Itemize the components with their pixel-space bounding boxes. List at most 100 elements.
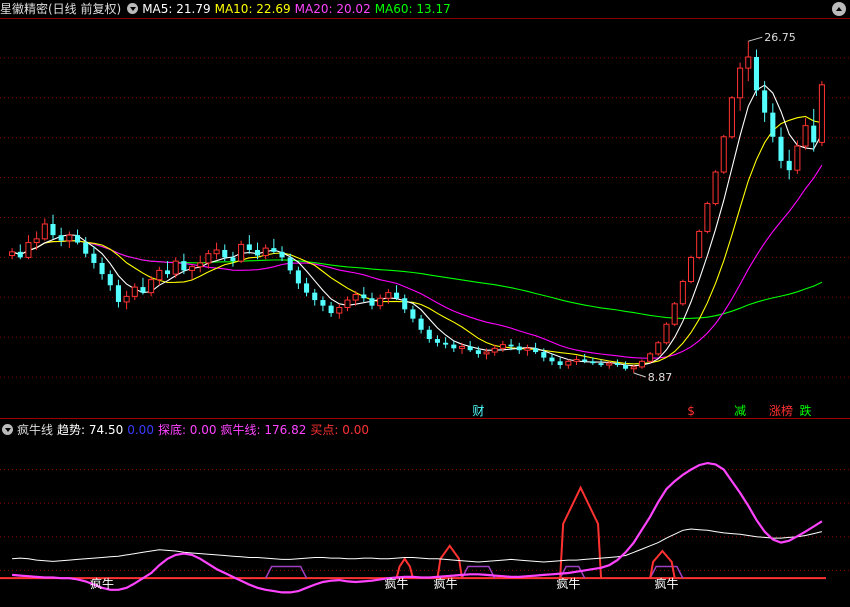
candle-body: [222, 249, 228, 258]
candle-body: [189, 266, 196, 271]
candle-body: [271, 248, 277, 252]
candle-body: [181, 261, 187, 271]
candle: [328, 301, 334, 317]
candle-body: [802, 125, 809, 147]
candle-body: [107, 274, 113, 286]
high-pointer: [748, 36, 763, 42]
candle-body: [164, 270, 171, 275]
candle-body: [467, 346, 473, 351]
candle-body: [148, 279, 155, 294]
event-marker: $: [687, 404, 695, 418]
candle: [638, 359, 645, 369]
candle: [287, 253, 293, 275]
candle: [451, 340, 457, 353]
candle-body: [794, 145, 801, 171]
chevron-up-icon[interactable]: [832, 2, 846, 16]
candle: [426, 326, 432, 343]
candle-body: [254, 249, 261, 256]
bottom-value: 探底: 0.00: [157, 423, 217, 437]
candle: [753, 49, 760, 96]
candle: [213, 242, 220, 260]
indicator-plot[interactable]: [0, 461, 826, 594]
candle-body: [671, 303, 678, 325]
candle: [630, 365, 637, 374]
candle: [434, 335, 440, 347]
candle-body: [369, 298, 375, 306]
candle: [66, 231, 73, 249]
candle-body: [745, 56, 752, 69]
candle: [679, 279, 686, 306]
candle-body: [811, 125, 817, 143]
candle: [148, 275, 155, 297]
candle-body: [623, 365, 629, 369]
candle: [17, 244, 23, 260]
candle: [687, 255, 695, 284]
candle-body: [630, 366, 637, 370]
candle: [279, 246, 285, 262]
ma20-value: MA20: 20.02: [294, 2, 371, 16]
chevron-down-icon[interactable]: [127, 3, 139, 14]
candle: [344, 296, 351, 312]
candle-body: [557, 361, 563, 366]
buy-value: 买点: 0.00: [310, 423, 369, 437]
candle: [271, 238, 277, 254]
buy-spike: [649, 549, 676, 579]
candle: [74, 229, 81, 245]
candle-body: [737, 67, 744, 99]
event-marker: 减: [734, 404, 746, 418]
candle-body: [312, 292, 318, 301]
candle: [99, 257, 105, 280]
ma5-value: MA5: 21.79: [142, 2, 211, 16]
candle: [770, 103, 776, 143]
candle: [41, 218, 48, 241]
candle-body: [9, 251, 16, 257]
candle: [320, 296, 326, 312]
bottom-band: [461, 565, 496, 579]
candle-body: [614, 363, 620, 366]
candle: [205, 249, 212, 269]
candle-body: [33, 238, 40, 244]
candle-body: [720, 136, 727, 173]
trend-value: 趋势: 74.50: [57, 423, 124, 437]
candle: [91, 246, 97, 269]
candle: [802, 118, 809, 150]
candle-body: [230, 257, 236, 262]
bull-signal-label: 疯牛: [90, 576, 114, 591]
indicator-name[interactable]: 疯牛线: [17, 423, 53, 437]
chevron-down-icon[interactable]: [2, 424, 13, 435]
candle-body: [483, 351, 490, 355]
candle-body: [205, 253, 212, 264]
candle: [663, 322, 670, 345]
candle-body: [91, 253, 97, 263]
candle: [524, 344, 531, 356]
stock-chart[interactable]: 26.75 8.87 财 $ 减 涨榜 跌疯牛 疯牛 疯牛 疯牛 疯牛: [0, 0, 850, 607]
candle: [614, 359, 620, 367]
candle: [671, 301, 678, 327]
candle: [533, 342, 539, 354]
candle: [443, 337, 449, 349]
candle-body: [123, 295, 130, 303]
candle: [712, 170, 719, 206]
candle: [336, 303, 343, 319]
stock-title[interactable]: 星徽精密(日线 前复权): [0, 2, 121, 16]
price-plot[interactable]: [9, 41, 825, 374]
candle: [720, 134, 727, 174]
ma10-value: MA10: 22.69: [214, 2, 291, 16]
candle-body: [279, 251, 285, 258]
candle: [696, 229, 703, 260]
candle-body: [549, 357, 555, 362]
bull-line-value: 疯牛线: 176.82: [220, 423, 307, 437]
candle: [516, 342, 522, 354]
bull-signal-label: 疯牛: [654, 576, 678, 591]
candle: [818, 81, 825, 147]
candle-body: [458, 345, 466, 349]
candle-body: [336, 307, 343, 314]
buy-spike: [395, 556, 414, 579]
candle-body: [328, 305, 334, 314]
candle-body: [770, 112, 776, 137]
candle-body: [197, 262, 204, 268]
candle-body: [99, 262, 105, 275]
candle-body: [295, 270, 301, 284]
candle-body: [262, 247, 269, 257]
candle-body: [41, 223, 48, 240]
